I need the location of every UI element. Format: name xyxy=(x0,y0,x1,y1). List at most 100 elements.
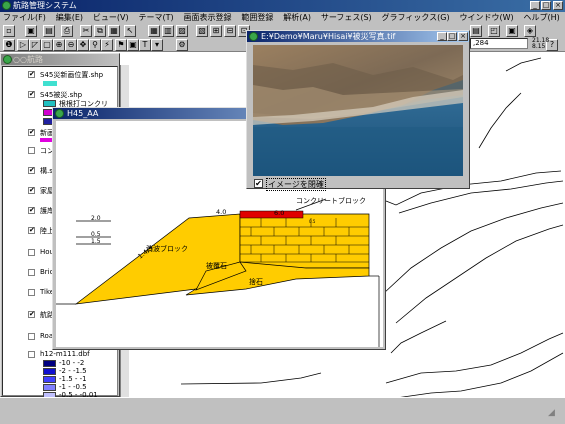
layer-panel-title: ○○航路 xyxy=(1,54,119,65)
layer-checkbox-5[interactable]: ✔ xyxy=(28,187,35,194)
layer-checkbox-3[interactable] xyxy=(28,147,35,154)
legend-label-2: -1.5 - -1 xyxy=(59,375,87,383)
label-level-15: 1.5 xyxy=(91,238,101,245)
open-icon[interactable]: ▤ xyxy=(43,25,55,37)
minimize-button[interactable]: _ xyxy=(530,1,540,10)
measure-icon[interactable]: ⚲ xyxy=(89,39,101,51)
select-icon[interactable]: ▷ xyxy=(17,39,29,51)
label-concrete-block: コンクリートブロック xyxy=(296,196,366,205)
legend-swatch-2 xyxy=(43,376,56,383)
label-width-4: 4.0 xyxy=(216,208,226,216)
table-icon[interactable]: ▦ xyxy=(148,25,160,37)
area-icon[interactable]: ▢ xyxy=(41,39,53,51)
label-level-2: 2.0 xyxy=(91,215,101,222)
layer-name-4[interactable]: 構.s xyxy=(40,166,53,176)
zoom-out-icon[interactable]: ⊖ xyxy=(65,39,77,51)
photo-minimize-button[interactable]: _ xyxy=(437,32,447,41)
layer-panel-title-text: ○○航路 xyxy=(13,55,43,64)
draw-icon[interactable]: ▣ xyxy=(127,39,139,51)
menu-window[interactable]: ウインドウ(W) xyxy=(459,13,513,22)
vertex-icon[interactable]: ◸ xyxy=(29,39,41,51)
legend-swatch-0 xyxy=(43,360,56,367)
photo-close-button[interactable]: × xyxy=(458,32,468,41)
layer-checkbox-6[interactable]: ✔ xyxy=(28,207,35,214)
layer-checkbox-12[interactable] xyxy=(28,333,35,340)
copy-icon[interactable]: ⧉ xyxy=(94,25,106,37)
menu-surface[interactable]: サーフェス(S) xyxy=(321,13,372,22)
layer-checkbox-4[interactable]: ✔ xyxy=(28,167,35,174)
app-title: 航路管理システム xyxy=(13,1,77,10)
photo-window-title: E:¥Demo¥Maru¥Hisai¥被災写真.tif xyxy=(261,32,396,41)
legend-swatch-1 xyxy=(43,368,56,375)
menu-display-register[interactable]: 画面表示登録 xyxy=(184,13,232,22)
app-icon xyxy=(2,1,11,10)
menu-theme[interactable]: テーマ(T) xyxy=(138,13,173,22)
hotlink-icon[interactable]: ⚡ xyxy=(101,39,113,51)
toolbar-right-icon-2[interactable]: ◰ xyxy=(488,25,500,37)
zoom-layer-icon[interactable]: ⊟ xyxy=(224,25,236,37)
menu-range-register[interactable]: 範囲登録 xyxy=(241,13,273,22)
settings-icon[interactable]: ⚙ xyxy=(176,39,188,51)
cut-icon[interactable]: ✂ xyxy=(80,25,92,37)
dropdown-icon[interactable]: ▾ xyxy=(151,39,163,51)
section-window-icon xyxy=(55,109,64,118)
legend-label-0: -10 - -2 xyxy=(59,359,85,367)
section-window-title: H45_AA xyxy=(67,109,99,118)
zoom-full-icon[interactable]: ⊞ xyxy=(210,25,222,37)
close-button[interactable]: × xyxy=(553,1,563,10)
grid-icon[interactable]: ▥ xyxy=(162,25,174,37)
label-icon[interactable]: ⚑ xyxy=(115,39,127,51)
label-wave-block: 消波ブロック xyxy=(146,244,188,253)
layer-checkbox-8[interactable] xyxy=(28,249,35,256)
new-icon[interactable]: ▫ xyxy=(3,25,15,37)
label-level-05: 0.5 xyxy=(91,231,101,238)
layer-checkbox-11[interactable]: ✔ xyxy=(28,311,35,318)
label-rubble: 捨石 xyxy=(249,277,263,286)
coord-readout-3: 8.15 xyxy=(532,43,546,50)
label-small: 0.5 xyxy=(309,219,316,224)
text-icon[interactable]: T xyxy=(139,39,151,51)
toolbar-right-icon-1[interactable]: ▤ xyxy=(470,25,482,37)
legend-label-3: -1 - -0.5 xyxy=(59,383,87,391)
coord-readout-1: ,284 xyxy=(473,39,489,47)
save-icon[interactable]: ▣ xyxy=(25,25,37,37)
photo-maximize-button[interactable]: □ xyxy=(447,32,457,41)
chart-icon[interactable]: ▨ xyxy=(176,25,188,37)
app-titlebar: 航路管理システム _ □ × xyxy=(0,0,565,12)
menu-edit[interactable]: 編集(E) xyxy=(56,13,83,22)
photo-window: E:¥Demo¥Maru¥Hisai¥被災写真.tif _ □ × ✔ イメージ… xyxy=(246,30,470,191)
menu-view[interactable]: ビュー(V) xyxy=(93,13,129,22)
photo-check-label[interactable]: イメージを閉確 xyxy=(266,178,326,191)
layer-name-13[interactable]: h12-m111.dbf xyxy=(40,350,90,358)
paste-icon[interactable]: ▦ xyxy=(108,25,120,37)
layer-checkbox-0[interactable]: ✔ xyxy=(28,71,35,78)
layer-checkbox-2[interactable]: ✔ xyxy=(28,129,35,136)
coord-readout-box: ,284 xyxy=(470,38,528,49)
menu-bar: ファイル(F) 編集(E) ビュー(V) テーマ(T) 画面表示登録 範囲登録 … xyxy=(0,12,565,24)
maximize-button[interactable]: □ xyxy=(541,1,551,10)
pan-icon[interactable]: ✥ xyxy=(77,39,89,51)
print-icon[interactable]: ⎙ xyxy=(61,25,73,37)
menu-file[interactable]: ファイル(F) xyxy=(3,13,46,22)
photo-checkbox[interactable]: ✔ xyxy=(254,179,263,188)
menu-analysis[interactable]: 解析(A) xyxy=(283,13,311,22)
layout-icon[interactable]: ▧ xyxy=(196,25,208,37)
menu-graphics[interactable]: グラフィックス(G) xyxy=(382,13,450,22)
legend-swatch-3 xyxy=(43,384,56,391)
layer-checkbox-9[interactable] xyxy=(28,269,35,276)
layer-checkbox-7[interactable]: ✔ xyxy=(28,227,35,234)
label-width-6: 6.0 xyxy=(274,209,284,217)
zoom-in-icon[interactable]: ⊕ xyxy=(53,39,65,51)
toolbar-right-icon-3[interactable]: ▣ xyxy=(506,25,518,37)
layer-checkbox-1[interactable]: ✔ xyxy=(28,91,35,98)
menu-help[interactable]: ヘルプ(H) xyxy=(524,13,560,22)
layer-swatch-1a xyxy=(43,100,56,107)
layer-checkbox-13[interactable] xyxy=(28,351,35,358)
pointer-icon[interactable]: ↖ xyxy=(124,25,136,37)
toolbar-right-icon-4[interactable]: ◈ xyxy=(524,25,536,37)
photo-window-icon xyxy=(249,32,258,41)
size-grip-icon[interactable]: ◢ xyxy=(548,408,555,418)
layer-name-0[interactable]: S45災新画位置.shp xyxy=(40,70,103,80)
identify-icon[interactable]: ❶ xyxy=(3,39,15,51)
layer-checkbox-10[interactable] xyxy=(28,289,35,296)
